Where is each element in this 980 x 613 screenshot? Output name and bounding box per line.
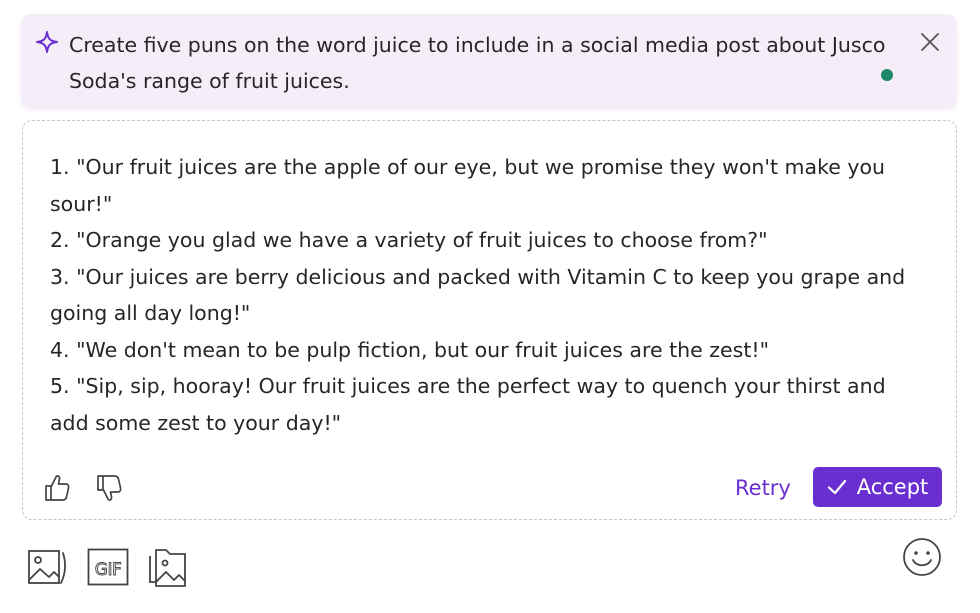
accept-label: Accept	[856, 475, 929, 499]
prompt-text: Create five puns on the word juice to in…	[69, 33, 886, 93]
list-item: 1. "Our fruit juices are the apple of ou…	[50, 155, 886, 216]
prompt-card: Create five puns on the word juice to in…	[21, 14, 957, 108]
status-dot	[881, 69, 893, 81]
response-card: 1. "Our fruit juices are the apple of ou…	[22, 120, 957, 520]
image-icon[interactable]	[27, 547, 67, 587]
list-item: 2. "Orange you glad we have a variety of…	[50, 228, 768, 252]
checkmark-icon	[827, 479, 846, 495]
response-list: 1. "Our fruit juices are the apple of ou…	[50, 149, 930, 441]
sparkle-icon	[36, 31, 58, 53]
close-icon[interactable]	[919, 31, 941, 53]
list-item: 5. "Sip, sip, hooray! Our fruit juices a…	[50, 374, 886, 435]
list-item: 3. "Our juices are berry delicious and p…	[50, 264, 906, 326]
gif-icon[interactable]: GIF	[87, 548, 129, 586]
accept-button[interactable]: Accept	[813, 467, 942, 507]
folder-image-icon[interactable]	[146, 546, 188, 588]
thumbs-down-icon[interactable]	[95, 473, 123, 503]
list-item: 4. "We don't mean to be pulp fiction, bu…	[50, 337, 770, 362]
gif-icon-label: GIF	[95, 560, 121, 580]
retry-button[interactable]: Retry	[735, 470, 791, 506]
emoji-icon[interactable]	[902, 537, 942, 577]
thumbs-up-icon[interactable]	[43, 473, 71, 503]
